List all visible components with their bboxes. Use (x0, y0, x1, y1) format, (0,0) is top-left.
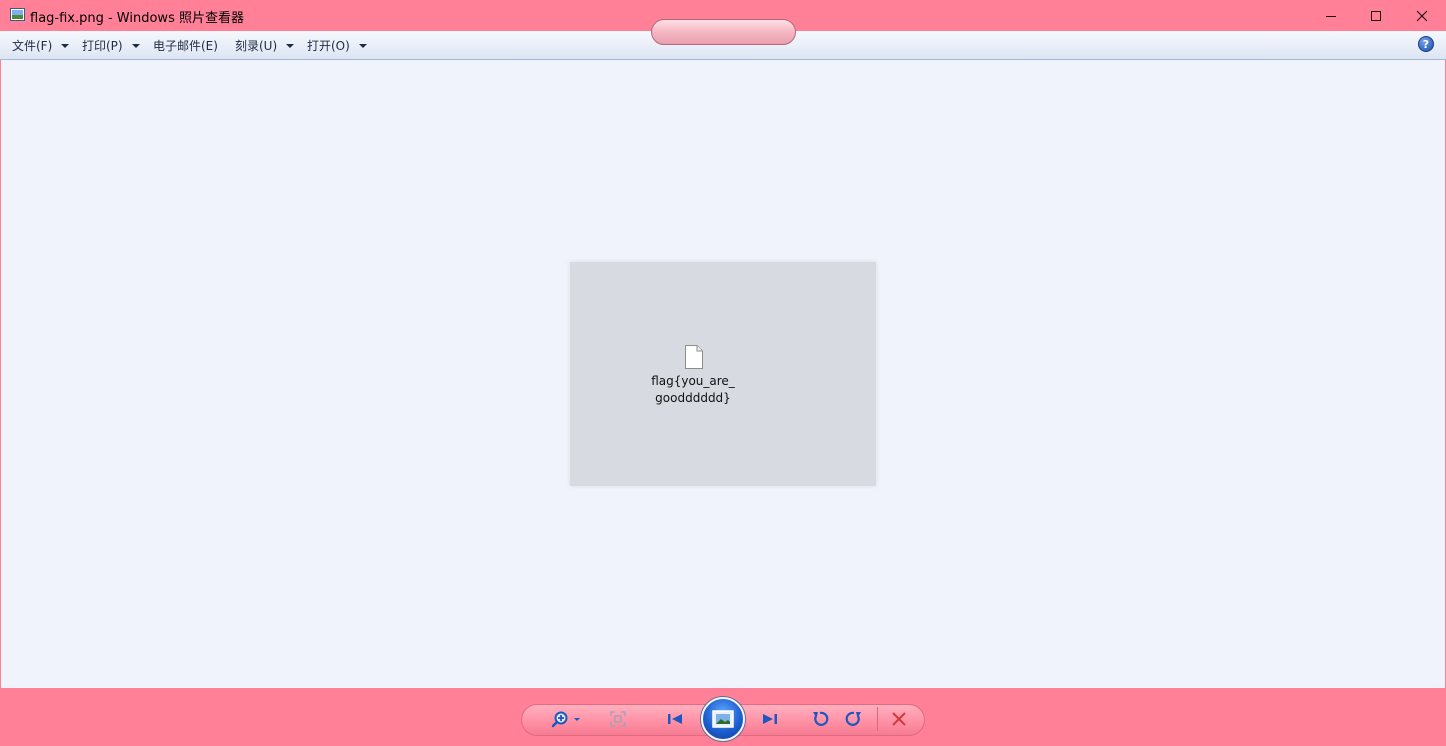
previous-icon (668, 714, 682, 724)
menu-print[interactable]: 打印(P) (82, 37, 140, 54)
menu-open[interactable]: 打开(O) (307, 37, 367, 54)
help-icon[interactable]: ? (1418, 36, 1434, 52)
window-title: flag-fix.png - Windows 照片查看器 (30, 11, 244, 26)
actual-size-button[interactable] (607, 708, 629, 730)
slideshow-button[interactable] (701, 697, 745, 741)
menu-file[interactable]: 文件(F) (12, 37, 70, 54)
menu-email-label: 电子邮件(E) (153, 39, 218, 53)
toolbar-separator (877, 707, 878, 731)
slideshow-icon (712, 710, 734, 728)
previous-button[interactable] (662, 708, 688, 730)
menu-file-label: 文件(F) (12, 39, 53, 53)
zoom-icon (551, 711, 580, 728)
minimize-button[interactable] (1308, 0, 1354, 31)
maximize-icon (1371, 10, 1381, 21)
navigation-group (651, 19, 796, 45)
rotate-counterclockwise-icon (813, 711, 829, 726)
menu-print-label: 打印(P) (82, 39, 123, 53)
menu-email[interactable]: 电子邮件(E) (153, 37, 218, 54)
photo-viewer-app-icon[interactable] (10, 8, 25, 21)
rotate-clockwise-button[interactable] (842, 708, 866, 730)
menu-burn[interactable]: 刻录(U) (235, 37, 295, 54)
image-viewer-area[interactable]: flag{you_are_goodddddd} (1, 60, 1445, 688)
delete-icon (892, 712, 906, 726)
delete-button[interactable] (887, 708, 911, 730)
close-icon (1416, 10, 1428, 21)
next-icon (763, 714, 777, 724)
menu-burn-label: 刻录(U) (235, 39, 278, 53)
dropdown-arrow-icon (286, 43, 295, 48)
rotate-counterclockwise-button[interactable] (808, 708, 832, 730)
document-file-icon (685, 345, 703, 369)
dropdown-arrow-icon (61, 43, 70, 48)
rotate-clockwise-icon (845, 711, 861, 726)
next-button[interactable] (757, 708, 783, 730)
dropdown-arrow-icon (358, 43, 367, 48)
menu-open-label: 打开(O) (307, 39, 350, 53)
dropdown-arrow-icon (131, 43, 140, 48)
actual-size-icon (610, 711, 626, 727)
minimize-icon (1326, 15, 1336, 17)
zoom-button[interactable] (548, 708, 584, 730)
close-button[interactable] (1399, 0, 1445, 31)
displayed-image: flag{you_are_goodddddd} (570, 262, 876, 486)
maximize-button[interactable] (1353, 0, 1399, 31)
file-name-label: flag{you_are_goodddddd} (651, 374, 735, 405)
